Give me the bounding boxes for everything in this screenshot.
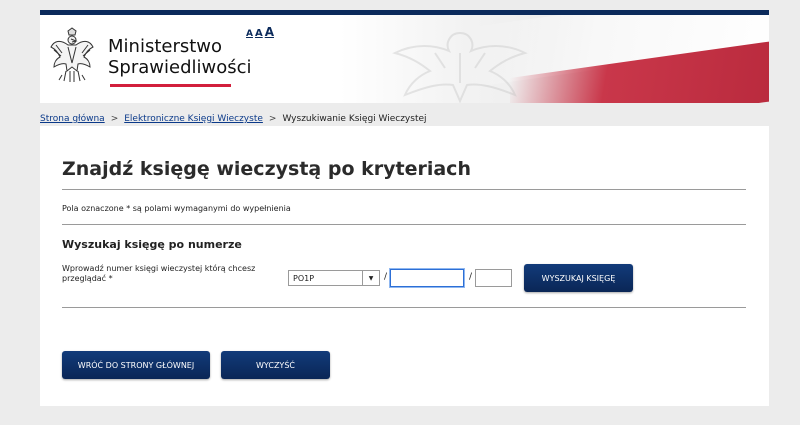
search-card: Znajdź księgę wieczystą po kryteriach Po… <box>40 126 769 406</box>
breadcrumb-home-link[interactable]: Strona główna <box>40 114 105 124</box>
chevron-right-icon: > <box>268 114 277 124</box>
breadcrumb: Strona główna > Elektroniczne Księgi Wie… <box>40 114 427 124</box>
breadcrumb-ekw-link[interactable]: Elektroniczne Księgi Wieczyste <box>124 114 263 124</box>
clear-button[interactable]: WYCZYŚĆ <box>221 351 330 379</box>
ministry-name-line2: Sprawiedliwości <box>108 57 252 78</box>
polish-eagle-logo-icon <box>50 27 94 82</box>
separator-slash: / <box>469 272 473 282</box>
chevron-right-icon: > <box>110 114 119 124</box>
separator-slash: / <box>384 272 388 282</box>
ministry-name-line1: Ministerstwo <box>108 36 223 57</box>
search-kw-button[interactable]: WYSZUKAJ KSIĘGĘ <box>524 264 633 292</box>
back-to-home-button[interactable]: WRÓĆ DO STRONY GŁÓWNEJ <box>62 351 210 379</box>
font-size-large-button[interactable]: A <box>265 25 274 39</box>
page: Ministerstwo Sprawiedliwości A A A Stron… <box>40 10 769 406</box>
font-size-small-button[interactable]: A <box>246 29 253 39</box>
ministry-red-underline <box>110 84 231 87</box>
font-size-medium-button[interactable]: A <box>255 28 263 39</box>
kw-number-input[interactable] <box>390 269 464 287</box>
kw-number-label: Wprowadź numer księgi wieczystej którą c… <box>62 264 256 283</box>
section-title: Wyszukaj księgę po numerze <box>62 238 242 251</box>
required-fields-note: Pola oznaczone * są polami wymaganymi do… <box>62 204 291 213</box>
check-digit-input[interactable] <box>475 269 512 287</box>
divider <box>62 307 746 308</box>
page-title: Znajdź księgę wieczystą po kryteriach <box>62 158 471 180</box>
eagle-watermark-icon <box>392 31 528 103</box>
divider <box>62 189 746 190</box>
court-code-value: PO1P <box>293 273 315 283</box>
ministry-name: Ministerstwo Sprawiedliwości <box>108 36 252 78</box>
font-size-switcher: A A A <box>246 25 274 39</box>
site-header: Ministerstwo Sprawiedliwości A A A <box>40 10 769 103</box>
divider <box>62 224 746 225</box>
dropdown-arrow-icon[interactable]: ▼ <box>362 271 379 285</box>
court-code-select[interactable]: PO1P ▼ <box>288 270 380 286</box>
breadcrumb-current: Wyszukiwanie Księgi Wieczystej <box>282 114 427 124</box>
